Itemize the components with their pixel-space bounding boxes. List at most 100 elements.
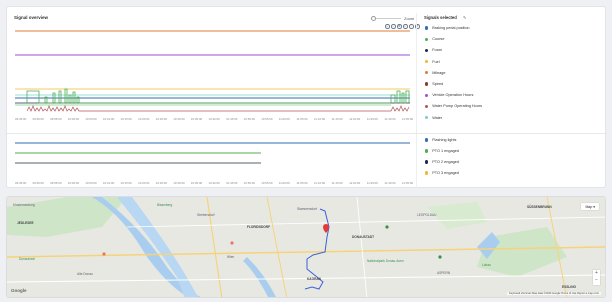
legend-item[interactable]: Flashing lights [425, 138, 456, 142]
map-label: Klosterneuburg [13, 203, 35, 207]
time-tick-label: 10:20:00 [138, 181, 150, 185]
time-tick-label: 10:15:00 [120, 181, 132, 185]
time-tick-label: 10:30:00 [173, 181, 185, 185]
divider [416, 13, 417, 189]
map-attribution[interactable]: Keyboard shortcuts Map data ©2023 Google… [507, 292, 601, 295]
legend-color-dot [425, 48, 429, 52]
time-tick-label: 11:30:00 [384, 181, 396, 185]
time-tick-label: 11:00:00 [278, 117, 290, 121]
map-label: LEOPOLDAU [417, 213, 437, 217]
map-label: JEDLESEE [17, 221, 34, 225]
time-tick-label: 11:25:00 [366, 181, 378, 185]
legend-item[interactable]: Foam [425, 48, 442, 52]
time-tick-label: 09:55:00 [50, 181, 62, 185]
legend-color-dot [425, 71, 429, 75]
legend-label: Foam [432, 48, 442, 53]
time-tick-label: 11:10:00 [314, 181, 326, 185]
map-label: ESSLING [562, 285, 576, 289]
time-tick-label: 11:15:00 [331, 117, 343, 121]
time-tick-label: 11:00:00 [278, 181, 290, 185]
time-tick-label: 10:40:00 [208, 117, 220, 121]
legend-color-dot [425, 93, 429, 97]
time-tick-label: 11:20:00 [349, 181, 361, 185]
map-type-button[interactable]: Map ▾ [581, 203, 599, 210]
legend-item[interactable]: PTO 1 engaged [425, 149, 459, 153]
legend-label: Course [432, 37, 445, 42]
time-tick-label: 09:50:00 [32, 181, 44, 185]
time-tick-label: 10:00:00 [67, 117, 80, 121]
time-tick-label: 10:25:00 [155, 181, 167, 185]
pencil-icon[interactable]: ✎ [463, 15, 467, 20]
signal-chart[interactable] [7, 7, 417, 189]
time-tick-label: 10:15:00 [120, 117, 132, 121]
map-label: Nationalpark Donau-Auen [367, 259, 404, 263]
time-tick-label: 10:00:00 [67, 181, 80, 185]
legend-label: Fuel [432, 59, 440, 64]
legend-item[interactable]: Mileage [425, 71, 445, 75]
legend-color-dot [425, 104, 429, 108]
legend-item[interactable]: Speed [425, 82, 443, 86]
legend-color-dot [425, 37, 429, 41]
time-tick-label: 10:10:00 [102, 181, 115, 185]
map-zoom-control[interactable]: + − [593, 270, 600, 285]
legend-label: Speed [432, 82, 444, 86]
legend-label: PTO 3 engaged [432, 171, 459, 175]
legend-color-dot [425, 171, 429, 175]
time-tick-label: 10:35:00 [190, 117, 203, 121]
time-tick-label: 09:45:00 [15, 117, 27, 121]
time-tick-label: 10:30:00 [173, 117, 185, 121]
time-tick-label: 10:20:00 [138, 117, 150, 121]
map-label: DONAUSTADT [352, 235, 375, 239]
google-logo: Google [11, 288, 27, 293]
map-label: KAGRAN [307, 277, 321, 281]
legend-label: PTO 2 engaged [432, 160, 459, 164]
map-label: Donauinsel [19, 257, 35, 261]
time-tick-label: 11:35:00 [402, 117, 414, 121]
time-tick-label: 11:20:00 [349, 117, 361, 121]
map-label: SÜSSENBRUNN [527, 205, 552, 209]
map-view[interactable]: Klosterneuburg JEDLESEE Bisamberg FLORID… [6, 196, 606, 298]
legend-item[interactable]: Fuel [425, 60, 440, 64]
legend-item[interactable]: Water Pump Operating Hours [425, 104, 482, 108]
legend-label: Water [432, 115, 443, 120]
legend-label: Flashing lights [432, 138, 457, 142]
map-label: FLORIDSDORF [247, 225, 271, 229]
map-label: Wien [227, 255, 235, 259]
time-tick-label: 10:55:00 [261, 181, 273, 185]
legend-item[interactable]: Braking pedal position [425, 26, 470, 30]
time-tick-label: 10:55:00 [261, 117, 273, 121]
legend-item[interactable]: Vehicle Operation Hours [425, 93, 473, 97]
legend-label: Water Pump Operating Hours [432, 104, 483, 109]
legend-item[interactable]: Course [425, 37, 444, 41]
time-tick-label: 11:05:00 [296, 117, 308, 121]
legend-item[interactable]: Water [425, 116, 442, 120]
map-label: Bisamberg [157, 203, 173, 207]
time-tick-label: 10:05:00 [85, 117, 97, 121]
zoom-in-icon[interactable]: + [593, 270, 600, 277]
time-tick-label: 11:05:00 [296, 181, 308, 185]
time-tick-label: 10:10:00 [102, 117, 115, 121]
time-tick-label: 11:35:00 [402, 181, 414, 185]
legend-item[interactable]: PTO 3 engaged [425, 171, 459, 175]
legend-label: Mileage [432, 70, 446, 75]
legend-color-dot [425, 82, 429, 86]
time-tick-label: 10:25:00 [155, 117, 167, 121]
signal-overview-card: Signal overview Zoom + − ✥ ⌂ ↓ ↺ 09:45:0… [6, 6, 607, 189]
map-canvas[interactable] [7, 197, 606, 298]
time-tick-label: 10:35:00 [190, 181, 203, 185]
time-tick-label: 11:30:00 [384, 117, 396, 121]
time-tick-label: 11:15:00 [331, 181, 343, 185]
legend-item[interactable]: PTO 2 engaged [425, 160, 459, 164]
legend-color-dot [425, 160, 429, 164]
time-tick-label: 10:50:00 [243, 117, 255, 121]
time-tick-label: 10:45:00 [226, 181, 238, 185]
time-tick-label: 11:25:00 [366, 117, 378, 121]
time-tick-label: 10:45:00 [226, 117, 238, 121]
legend-color-dot [425, 60, 429, 64]
signals-selected-header: Signals selected ✎ [424, 15, 467, 20]
time-tick-label: 11:10:00 [314, 117, 326, 121]
map-label: Lobau [482, 263, 491, 267]
zoom-out-icon[interactable]: − [593, 277, 600, 284]
signals-header-label: Signals selected [424, 15, 457, 20]
legend-label: Vehicle Operation Hours [432, 93, 474, 98]
